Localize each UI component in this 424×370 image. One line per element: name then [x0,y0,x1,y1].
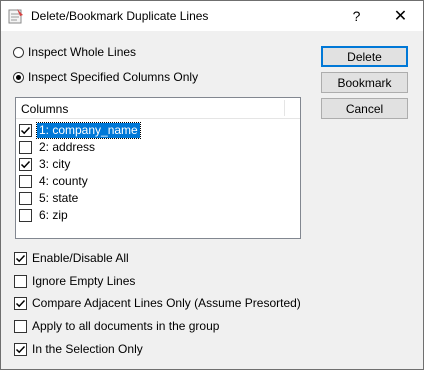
dialog-window: Delete/Bookmark Duplicate Lines ? ✕ Insp… [0,0,424,370]
columns-listbox[interactable]: Columns 1: company_name 2: address 3: ci… [15,97,301,239]
column-label: 2: address [39,140,96,154]
window-title: Delete/Bookmark Duplicate Lines [31,9,209,23]
column-label: 1: company_name [36,122,141,139]
compare-adjacent-checkbox[interactable]: Compare Adjacent Lines Only (Assume Pres… [14,295,301,311]
columns-header-label: Columns [21,102,69,116]
checkbox-label: Apply to all documents in the group [32,319,220,333]
column-label: 3: city [39,157,71,171]
header-divider [284,100,285,116]
checkbox-label: Compare Adjacent Lines Only (Assume Pres… [32,296,301,310]
radio-inspect-specified-columns[interactable]: Inspect Specified Columns Only [13,69,198,85]
column-checkbox[interactable] [19,192,32,205]
radio-label: Inspect Whole Lines [28,45,137,59]
list-item[interactable]: 1: company_name [19,122,141,139]
list-item[interactable]: 5: state [19,190,80,207]
help-button[interactable]: ? [334,1,379,31]
list-item[interactable]: 6: zip [19,207,70,224]
checkbox-box[interactable] [14,342,27,356]
radio-label: Inspect Specified Columns Only [28,70,199,84]
checkbox-label: Ignore Empty Lines [32,274,136,288]
apply-all-documents-checkbox[interactable]: Apply to all documents in the group [14,318,219,334]
column-checkbox[interactable] [19,175,32,188]
radio-indicator[interactable] [13,71,24,83]
checkbox-box[interactable] [14,251,27,265]
list-item[interactable]: 4: county [19,173,90,190]
enable-disable-all-checkbox[interactable]: Enable/Disable All [14,250,129,266]
title-bar[interactable]: Delete/Bookmark Duplicate Lines ? ✕ [1,1,423,31]
columns-list-header[interactable]: Columns [16,98,300,119]
column-label: 4: county [39,174,88,188]
radio-indicator[interactable] [13,46,24,58]
column-label: 5: state [39,191,79,205]
column-label: 6: zip [39,208,68,222]
column-checkbox[interactable] [19,124,32,137]
checkbox-box[interactable] [14,296,27,310]
list-item[interactable]: 2: address [19,139,97,156]
column-checkbox[interactable] [19,209,32,222]
checkbox-label: In the Selection Only [32,342,143,356]
column-checkbox[interactable] [19,141,32,154]
list-item[interactable]: 3: city [19,156,72,173]
delete-button[interactable]: Delete [321,46,408,67]
checkbox-label: Enable/Disable All [32,251,129,265]
close-button[interactable]: ✕ [378,1,423,31]
ignore-empty-lines-checkbox[interactable]: Ignore Empty Lines [14,273,135,289]
radio-inspect-whole-lines[interactable]: Inspect Whole Lines [13,44,136,60]
app-icon [8,8,24,24]
cancel-button[interactable]: Cancel [321,98,408,119]
selection-only-checkbox[interactable]: In the Selection Only [14,341,143,357]
checkbox-box[interactable] [14,274,27,288]
checkbox-box[interactable] [14,319,27,333]
bookmark-button[interactable]: Bookmark [321,72,408,93]
column-checkbox[interactable] [19,158,32,171]
